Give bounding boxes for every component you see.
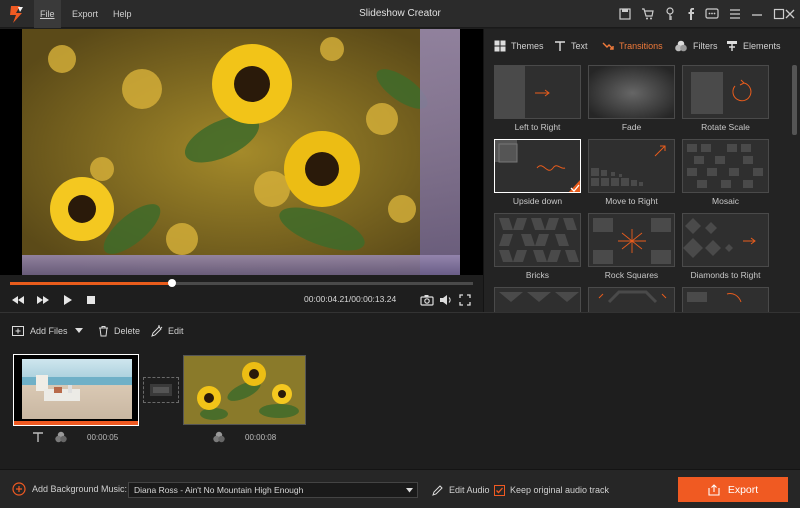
facebook-icon[interactable] <box>683 6 699 22</box>
transition-label: Rotate Scale <box>701 122 750 132</box>
sunflower-image <box>22 29 460 275</box>
menu-export[interactable]: Export <box>66 0 104 28</box>
play-icon[interactable] <box>59 292 75 308</box>
beach-picnic-image <box>14 359 138 425</box>
rewind-icon[interactable] <box>10 292 26 308</box>
themes-icon <box>494 40 506 52</box>
transition-label: Upside down <box>512 196 563 206</box>
transitions-grid: Left to Right Fade Rotate Scale Upside d… <box>494 65 776 312</box>
close-icon[interactable] <box>782 6 798 22</box>
filter-icon[interactable] <box>54 431 68 443</box>
menu-help[interactable]: Help <box>107 0 138 28</box>
transitions-scrollbar[interactable] <box>792 65 797 135</box>
save-icon[interactable] <box>617 6 633 22</box>
chat-icon[interactable] <box>704 6 720 22</box>
clip-thumbnail[interactable] <box>13 354 139 426</box>
transition-slot[interactable] <box>143 377 179 403</box>
preview-frame[interactable] <box>22 29 460 275</box>
clip-duration: 00:00:05 <box>87 433 119 442</box>
transition-rotate-scale[interactable] <box>682 65 769 119</box>
background-music-select[interactable]: Diana Ross - Ain't No Mountain High Enou… <box>128 482 418 498</box>
transition-label: Bricks <box>525 270 550 280</box>
cart-icon[interactable] <box>640 6 656 22</box>
key-icon[interactable] <box>662 6 678 22</box>
tab-transitions[interactable]: Transitions <box>602 38 663 54</box>
transition-label: Mosaic <box>712 196 739 206</box>
transition-fade[interactable] <box>588 65 675 119</box>
export-button[interactable]: Export <box>678 477 788 502</box>
seek-bar[interactable] <box>10 279 473 287</box>
timecode: 00:00:04.21/00:00:13.24 <box>304 294 397 304</box>
menu-file[interactable]: File <box>34 0 61 28</box>
tab-elements[interactable]: Elements <box>726 38 781 54</box>
menu-icon[interactable] <box>727 6 743 22</box>
fast-forward-icon[interactable] <box>35 292 51 308</box>
transition-tile[interactable] <box>494 287 581 312</box>
transition-bricks[interactable] <box>494 213 581 267</box>
bottom-bar: Add Background Music: Diana Ross - Ain't… <box>0 469 800 508</box>
edit-button[interactable]: Edit <box>151 323 184 339</box>
transport-controls: 00:00:04.21/00:00:13.24 <box>0 290 483 310</box>
transition-mosaic[interactable] <box>682 139 769 193</box>
title-bar: File Export Help Slideshow Creator <box>0 0 800 28</box>
text-icon[interactable] <box>32 431 44 443</box>
text-icon <box>555 41 565 51</box>
edit-icon <box>432 485 443 496</box>
transition-move-to-right[interactable] <box>588 139 675 193</box>
filter-icon[interactable] <box>212 431 226 443</box>
add-files-dropdown-icon[interactable] <box>75 328 83 334</box>
clip-duration: 00:00:08 <box>245 433 277 442</box>
export-icon <box>708 483 720 496</box>
elements-icon <box>727 41 737 51</box>
add-music-label: Add Background Music: <box>32 484 128 494</box>
transition-rock-squares[interactable] <box>588 213 675 267</box>
transitions-icon <box>602 42 614 50</box>
effects-tabs: Themes Text Transitions Filters Elements <box>484 29 800 61</box>
transition-tile[interactable] <box>682 287 769 312</box>
checkbox-checked-icon[interactable] <box>494 484 505 496</box>
volume-icon[interactable] <box>438 292 454 308</box>
sunflower-image <box>184 356 305 424</box>
add-files-button[interactable]: Add Files <box>12 323 68 339</box>
trash-icon <box>99 326 108 337</box>
transition-label: Rock Squares <box>604 270 659 280</box>
snapshot-icon[interactable] <box>419 292 435 308</box>
fullscreen-icon[interactable] <box>457 292 473 308</box>
transition-upside-down[interactable] <box>494 139 581 193</box>
minimize-icon[interactable] <box>749 6 765 22</box>
clip-thumbnail[interactable] <box>183 355 306 425</box>
edit-audio-button[interactable]: Edit Audio <box>432 482 490 498</box>
transition-label: Fade <box>621 122 642 132</box>
keep-audio-toggle[interactable]: Keep original audio track <box>494 482 609 498</box>
tab-themes[interactable]: Themes <box>494 38 544 54</box>
transition-label: Move to Right <box>605 196 658 206</box>
edit-icon <box>151 325 163 337</box>
transition-diamonds-to-right[interactable] <box>682 213 769 267</box>
add-files-icon <box>12 326 24 336</box>
storyboard: Add Files Delete Edit 00:00:05 00:00:08 <box>0 312 800 468</box>
add-music-icon[interactable] <box>12 482 26 496</box>
seek-bar-handle[interactable] <box>168 279 177 287</box>
effects-panel: Themes Text Transitions Filters Elements… <box>483 29 800 312</box>
tab-text[interactable]: Text <box>554 38 588 54</box>
chevron-down-icon <box>406 488 413 493</box>
seek-bar-progress <box>10 282 173 285</box>
transition-label: Diamonds to Right <box>690 270 761 280</box>
transition-tile[interactable] <box>588 287 675 312</box>
filters-icon <box>675 40 687 52</box>
video-preview <box>0 29 483 275</box>
delete-button[interactable]: Delete <box>98 323 140 339</box>
tab-filters[interactable]: Filters <box>674 38 718 54</box>
transition-left-to-right[interactable] <box>494 65 581 119</box>
app-logo-icon <box>10 6 23 23</box>
transition-label: Left to Right <box>514 122 561 132</box>
stop-icon[interactable] <box>83 292 99 308</box>
